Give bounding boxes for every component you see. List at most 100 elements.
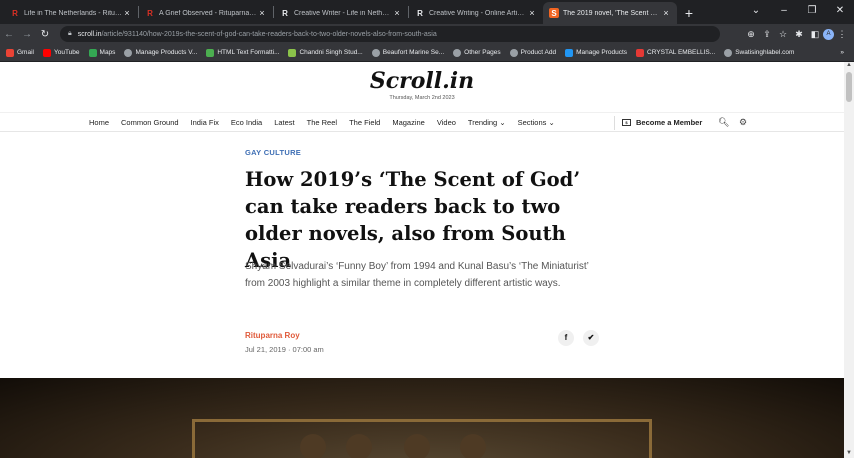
browser-tab[interactable]: R Life in The Netherlands - Rituparna × — [4, 2, 138, 24]
bookmark-item[interactable]: Gmail — [6, 48, 34, 57]
author-name[interactable]: Rituparna Roy — [245, 331, 300, 340]
close-tab-icon[interactable]: × — [527, 8, 537, 18]
bookmark-item[interactable]: Manage Products — [565, 48, 627, 57]
globe-icon — [371, 48, 380, 57]
bookmark-item[interactable]: Other Pages — [453, 48, 501, 57]
forward-icon[interactable]: → — [18, 29, 36, 40]
browser-tab[interactable]: R A Grief Observed - Rituparna Roy × — [139, 2, 273, 24]
lock-icon[interactable]: 🔒︎ — [68, 30, 72, 38]
bookmark-item[interactable]: HTML Text Formatti... — [206, 48, 279, 57]
tab-title: Creative Writer - Life in Netherlands — [294, 9, 392, 17]
bookmark-item[interactable]: YouTube — [42, 48, 80, 57]
more-bookmarks-icon[interactable]: » — [840, 49, 844, 56]
nav-item-the-reel[interactable]: The Reel — [307, 118, 337, 127]
facebook-icon[interactable]: f — [558, 330, 574, 346]
nav-item-magazine[interactable]: Magazine — [392, 118, 425, 127]
globe-icon — [453, 48, 462, 57]
reload-icon[interactable]: ↻ — [36, 29, 54, 40]
globe-icon — [509, 48, 518, 57]
bookmarks-bar: Gmail YouTube Maps Manage Products V... … — [0, 44, 854, 62]
browser-tab[interactable]: R Creative Writer - Life in Netherlands … — [274, 2, 408, 24]
close-tab-icon[interactable]: × — [392, 8, 402, 18]
nav-item-trending[interactable]: Trending ⌄ — [468, 118, 506, 127]
share-buttons: f ✔ — [558, 330, 599, 346]
nav-item-india-fix[interactable]: India Fix — [191, 118, 219, 127]
tab-favicon-icon: R — [282, 8, 288, 18]
tab-strip: R Life in The Netherlands - Rituparna × … — [0, 0, 854, 24]
globe-icon — [124, 48, 133, 57]
scrollbar-thumb[interactable] — [846, 72, 852, 102]
bookmark-star-icon[interactable]: ☆ — [775, 29, 791, 40]
nav-item-home[interactable]: Home — [89, 118, 109, 127]
close-tab-icon[interactable]: × — [661, 8, 671, 18]
google-lens-icon[interactable]: ⊕ — [743, 29, 759, 40]
products-icon — [565, 48, 574, 57]
become-member-button[interactable]: $ Become a Member — [622, 118, 702, 127]
tab-title: Creative Writing - Online Articles — [429, 9, 527, 17]
window-controls: ⌄ – ❐ ✕ — [742, 0, 854, 22]
site-date: Thursday, March 2nd 2023 — [389, 95, 455, 101]
close-window-icon[interactable]: ✕ — [826, 0, 854, 22]
url-path: /article/931140/how-2019s-the-scent-of-g… — [101, 30, 437, 38]
bookmark-item[interactable]: Swatisinghlabel.com — [724, 48, 794, 57]
tab-title: A Grief Observed - Rituparna Roy — [159, 9, 257, 17]
browser-tab-active[interactable]: S The 2019 novel, 'The Scent of God' × — [543, 2, 677, 24]
bookmark-item[interactable]: Product Add — [509, 48, 556, 57]
bookmark-item[interactable]: Beaufort Marine Se... — [371, 48, 444, 57]
nav-item-latest[interactable]: Latest — [274, 118, 294, 127]
nav-item-eco-india[interactable]: Eco India — [231, 118, 262, 127]
restore-icon[interactable]: ❐ — [798, 0, 826, 22]
membership-card-icon: $ — [622, 118, 631, 126]
scroll-down-icon[interactable]: ▼ — [844, 450, 854, 458]
tab-title: The 2019 novel, 'The Scent of God' — [563, 9, 661, 17]
bookmark-item[interactable]: CRYSTAL EMBELLIS... — [636, 48, 715, 57]
tab-search-icon[interactable]: ⌄ — [742, 0, 770, 22]
site-navigation: Home Common Ground India Fix Eco India L… — [0, 112, 844, 132]
browser-chrome: R Life in The Netherlands - Rituparna × … — [0, 0, 854, 62]
twitter-icon[interactable]: ✔ — [583, 330, 599, 346]
browser-toolbar: ← → ↻ 🔒︎ scroll.in /article/931140/how-2… — [0, 24, 854, 44]
gear-icon[interactable]: ⚙ — [739, 117, 747, 128]
side-panel-icon[interactable]: ◧ — [807, 29, 823, 40]
nav-item-video[interactable]: Video — [437, 118, 456, 127]
tab-favicon-icon: R — [12, 8, 18, 18]
bookmark-item[interactable]: Maps — [88, 48, 115, 57]
html-formatter-icon — [206, 48, 215, 57]
maps-icon — [88, 48, 97, 57]
close-tab-icon[interactable]: × — [257, 8, 267, 18]
tab-favicon-icon: S — [549, 8, 559, 18]
hero-image — [0, 378, 844, 458]
back-icon[interactable]: ← — [0, 29, 18, 40]
minimize-icon[interactable]: – — [770, 0, 798, 22]
nav-item-sections[interactable]: Sections ⌄ — [518, 118, 555, 127]
nav-item-common-ground[interactable]: Common Ground — [121, 118, 179, 127]
nav-item-the-field[interactable]: The Field — [349, 118, 380, 127]
menu-kebab-icon[interactable]: ⋮ — [834, 29, 850, 40]
web-page: Scroll.in Thursday, March 2nd 2023 Home … — [0, 62, 844, 458]
bookmark-item[interactable]: Manage Products V... — [124, 48, 197, 57]
share-icon[interactable]: ⇪ — [759, 29, 775, 40]
article-category[interactable]: GAY CULTURE — [245, 148, 301, 157]
close-tab-icon[interactable]: × — [122, 8, 132, 18]
new-tab-button[interactable]: + — [677, 2, 701, 24]
globe-icon — [724, 48, 733, 57]
extensions-icon[interactable]: ✱ — [791, 29, 807, 40]
publish-date: Jul 21, 2019 · 07:00 am — [245, 345, 324, 354]
tab-favicon-icon: R — [417, 8, 423, 18]
become-member-label: Become a Member — [636, 117, 703, 127]
tab-title: Life in The Netherlands - Rituparna — [24, 9, 122, 17]
bookmark-item[interactable]: Chandni Singh Stud... — [288, 48, 363, 57]
url-host: scroll.in — [77, 30, 102, 38]
site-logo[interactable]: Scroll.in — [0, 68, 844, 94]
profile-avatar[interactable]: A — [823, 28, 834, 40]
page-scrollbar[interactable]: ▲ ▼ — [844, 62, 854, 458]
youtube-icon — [42, 48, 51, 57]
search-icon[interactable]: 🔍︎ — [718, 117, 729, 128]
scroll-up-icon[interactable]: ▲ — [844, 62, 854, 70]
browser-tab[interactable]: R Creative Writing - Online Articles × — [409, 2, 543, 24]
article-standfirst: Shyam Selvadurai’s ‘Funny Boy’ from 1994… — [245, 261, 589, 289]
address-bar[interactable]: 🔒︎ scroll.in /article/931140/how-2019s-t… — [60, 26, 720, 42]
studio-icon — [288, 48, 297, 57]
tab-favicon-icon: R — [147, 8, 153, 18]
nav-divider — [614, 116, 615, 130]
